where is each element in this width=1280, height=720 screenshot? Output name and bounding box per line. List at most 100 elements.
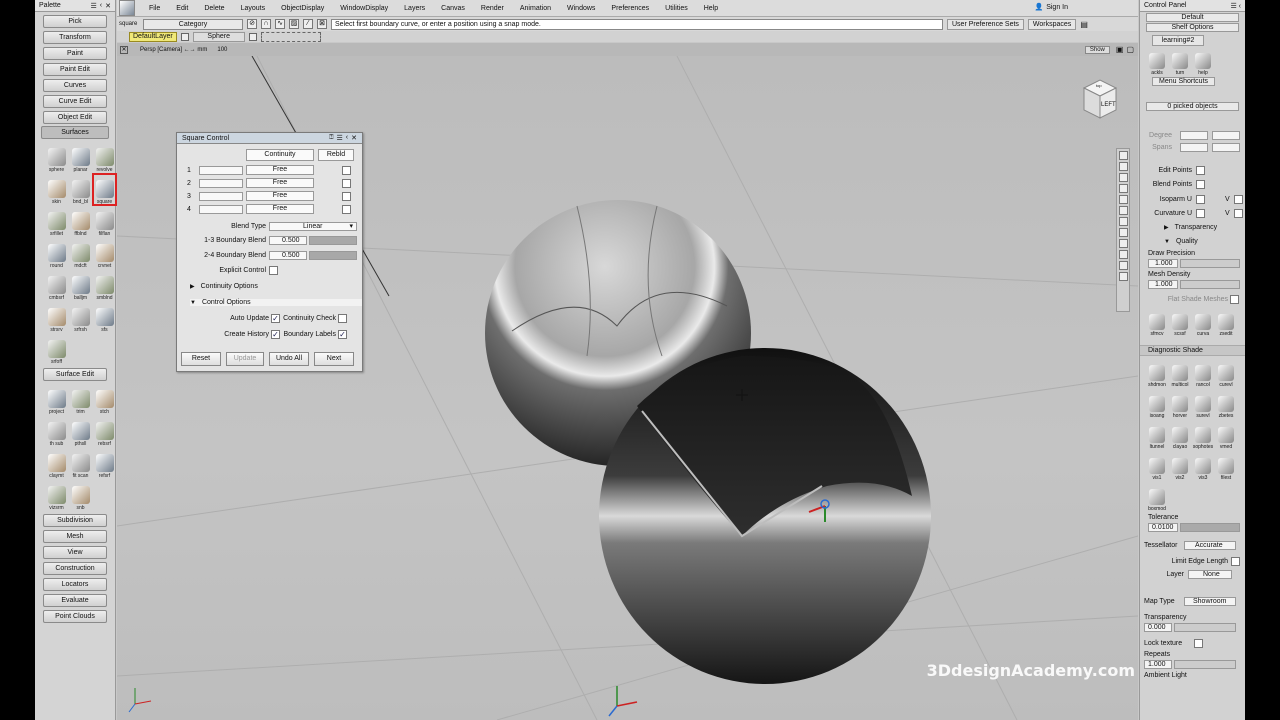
tool-vizsrm[interactable]: vizsrm [45,480,68,511]
update-button[interactable]: Update [226,352,264,366]
tool-srfoff[interactable]: srfoff [45,334,68,365]
create-history-checkbox[interactable]: ✓ [271,330,280,339]
menu-objectdisplay[interactable]: ObjectDisplay [273,5,332,12]
default-layer[interactable]: DefaultLayer [129,31,177,42]
shelf-tool-help[interactable]: help [1192,46,1214,76]
tool-planar[interactable]: planar [69,142,92,173]
tumble-icon[interactable] [1118,151,1128,160]
palette-close-icon[interactable]: ✕ [105,2,111,10]
expand-down-icon[interactable]: ▼ [190,300,196,306]
degree-v[interactable] [1212,131,1240,140]
tool-sphere[interactable]: sphere [45,142,68,173]
diag-tool-rancol[interactable]: rancol [1192,358,1214,388]
diag-tool-vis1[interactable]: vis1 [1146,451,1168,481]
edit-points-checkbox[interactable] [1196,166,1205,175]
continuity-button[interactable]: Free [246,178,314,188]
sphere-layer-visibility[interactable] [248,32,257,41]
tool-mdcft[interactable]: mdcft [69,238,92,269]
control-panel-menu-icon[interactable]: ☰ ‹ [1230,2,1241,10]
picked-objects[interactable]: 0 picked objects [1146,102,1239,111]
view-cube[interactable]: top LEFT [1080,78,1120,120]
tolerance-slider[interactable] [1180,523,1240,532]
mesh-density-slider[interactable] [1180,280,1240,289]
menu-shortcuts[interactable]: Menu Shortcuts [1152,77,1215,86]
menu-file[interactable]: File [141,5,168,12]
continuity-button[interactable]: Free [246,165,314,175]
palette-tab-surfaces[interactable]: Surfaces [41,126,109,139]
tool-cmbsrf[interactable]: cmbsrf [45,270,68,301]
tessellator-dropdown[interactable]: Accurate [1184,541,1236,550]
degree-u[interactable] [1180,131,1208,140]
dialog-menu-icon[interactable]: ☰ [337,134,343,142]
palette-tab-pick[interactable]: Pick [43,15,107,28]
palette-tab-paint[interactable]: Paint [43,47,107,60]
draw-precision-input[interactable]: 1.000 [1148,259,1178,268]
dialog-close-icon[interactable]: ✕ [351,134,357,142]
shelf2-tool-sfmcv[interactable]: sfmcv [1146,307,1168,337]
spans-u[interactable] [1180,143,1208,152]
workspace-menu-icon[interactable]: ▤ [1080,20,1088,29]
palette-tab-point-clouds[interactable]: Point Clouds [43,610,107,623]
menu-layouts[interactable]: Layouts [233,5,274,12]
tool-skin[interactable]: skin [45,174,68,205]
edit-snap-icon[interactable]: ∿ [275,19,285,29]
palette-menu-icon[interactable]: ☰ [91,2,97,10]
tool-snb[interactable]: snb [69,480,92,511]
dialog-help-icon[interactable]: ⍰ [329,134,333,142]
rebuild-checkbox[interactable] [342,178,351,188]
zoom-icon[interactable] [1118,184,1128,193]
shelf-tool-ackls[interactable]: ackls [1146,46,1168,76]
menu-windows[interactable]: Windows [559,5,603,12]
palette-tab-evaluate[interactable]: Evaluate [43,594,107,607]
boundary-curve-field[interactable] [199,178,243,188]
tool-ffblnd[interactable]: ffblnd [69,206,92,237]
repeats-slider[interactable] [1174,660,1236,669]
point-snap-icon[interactable]: ⁄ [303,19,313,29]
diag-tool-vmed[interactable]: vmed [1215,420,1237,450]
menu-utilities[interactable]: Utilities [657,5,696,12]
diag-tool-clayao[interactable]: clayao [1169,420,1191,450]
track-icon[interactable] [1118,162,1128,171]
tool-srfillet[interactable]: srfillet [45,206,68,237]
mesh-density-input[interactable]: 1.000 [1148,280,1178,289]
palette-tab-view[interactable]: View [43,546,107,559]
tool-smblnd[interactable]: smblnd [93,270,116,301]
diag-tool-filest[interactable]: filest [1215,451,1237,481]
tool-pthsll[interactable]: pthsll [69,416,92,447]
sphere-layer[interactable]: Sphere [192,31,245,42]
expand-down-icon[interactable]: ▼ [1164,239,1170,245]
continuity-button[interactable]: Free [246,191,314,201]
repeats-input[interactable]: 1.000 [1144,660,1172,669]
lock-view-icon[interactable] [1118,272,1128,281]
tool-claymt[interactable]: claymt [45,448,68,479]
reset-button[interactable]: Reset [181,352,221,366]
prompt-line[interactable]: Select first boundary curve, or enter a … [331,18,943,30]
new-layer-slot[interactable] [260,31,321,42]
curvature-v-checkbox[interactable] [1233,209,1243,218]
palette-collapse-icon[interactable]: ‹ [100,2,102,10]
blend13-slider[interactable] [309,236,357,245]
blend24-input[interactable]: 0.500 [269,251,307,260]
shelf2-tool-scssf[interactable]: scssf [1169,307,1191,337]
view-cube-top[interactable]: top [1096,83,1102,88]
square-tool-icon[interactable] [119,0,135,16]
blend-type-dropdown[interactable]: Linear ▾ [269,222,357,231]
diag-tool-surevl[interactable]: surevl [1192,389,1214,419]
measure-icon[interactable] [1118,261,1128,270]
diag-tool-isoang[interactable]: isoang [1146,389,1168,419]
tool-square[interactable]: square [92,173,117,206]
tool-stch[interactable]: stch [93,384,116,415]
map-type-dropdown[interactable]: Showroom [1184,597,1236,606]
diag-tool-horver[interactable]: horver [1169,389,1191,419]
control-options-section[interactable]: Control Options [202,299,251,306]
view-cube-left[interactable]: LEFT [1101,102,1116,108]
dialog-title-bar[interactable]: Square Control ⍰ ☰ ‹ ✕ [177,133,362,144]
grid-snap-icon[interactable]: ⊘ [247,19,257,29]
flat-shade-checkbox[interactable] [1230,295,1239,304]
category-dropdown[interactable]: Category [143,18,243,30]
continuity-options-section[interactable]: Continuity Options [201,283,258,290]
tool-round[interactable]: round [45,238,68,269]
diag-tool-ltunnel[interactable]: ltunnel [1146,420,1168,450]
explicit-control-checkbox[interactable] [269,266,278,275]
continuity-check-checkbox[interactable] [338,314,347,323]
